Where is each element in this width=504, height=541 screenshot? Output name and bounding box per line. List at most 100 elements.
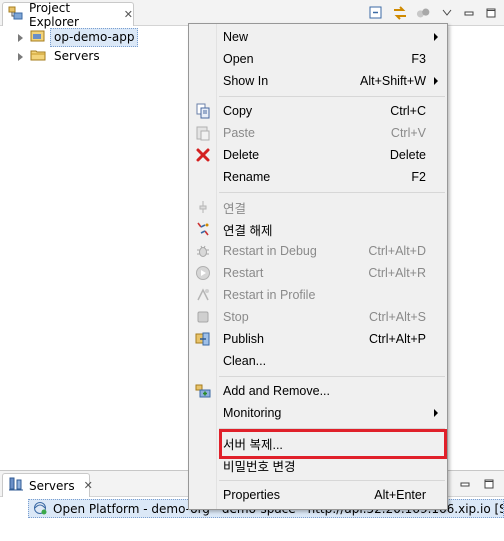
menu-item-shortcut: Ctrl+Alt+R [368,266,426,280]
menu-item-restart-in-debug[interactable]: Restart in Debug Ctrl+Alt+D [189,240,447,262]
menu-item-paste[interactable]: Paste Ctrl+V [189,122,447,144]
debug-icon [195,243,211,259]
expand-arrow-icon[interactable] [18,33,23,42]
copy-icon [195,103,211,119]
menu-item-shortcut: Ctrl+Alt+S [369,310,426,324]
menu-separator [189,372,447,380]
menu-item-shortcut: Ctrl+C [390,104,426,118]
explorer-toolbar [368,4,498,22]
tab-project-explorer-label: Project Explorer [29,0,79,29]
minimize-icon[interactable] [458,477,472,491]
add-remove-icon [195,383,211,399]
menu-separator [189,424,447,432]
menu-item-shortcut: Ctrl+V [390,126,426,140]
disconnect-icon [195,221,211,237]
menu-item-label: 연결 [223,201,247,216]
restart-icon [195,265,211,281]
menu-separator [189,188,447,196]
menu-item-label: Show In [223,74,269,88]
tab-servers[interactable]: Servers ✕ [2,473,93,497]
submenu-arrow-icon [434,77,438,85]
tree-item-label: Servers [54,49,100,63]
minimize-icon[interactable] [462,6,476,20]
menu-item-clean[interactable]: Clean... [189,350,447,372]
menu-item-properties[interactable]: Properties Alt+Enter [189,484,447,506]
menu-item-shortcut: Alt+Shift+W [360,74,426,88]
link-with-editor-icon[interactable] [392,5,408,21]
menu-separator [189,476,447,484]
menu-item-label: 서버 복제... [223,437,283,452]
submenu-arrow-icon [434,33,438,41]
collapse-all-icon[interactable] [368,5,384,21]
tree-item-op-demo-app[interactable]: op-demo-app [0,28,200,47]
menu-item-shortcut: Ctrl+Alt+D [368,244,426,258]
folder-icon [30,47,46,66]
expand-arrow-icon[interactable] [18,52,23,61]
menu-item-label: Open [223,52,254,66]
menu-item-rename[interactable]: Rename F2 [189,166,447,188]
menu-item-label: Restart in Profile [223,288,316,302]
servers-window-buttons [458,477,496,491]
tab-project-explorer[interactable]: Project Explorer ✕ [2,0,134,29]
menu-item-item-9[interactable]: 연결 [189,196,447,218]
menu-item-label: Paste [223,126,255,140]
maximize-icon[interactable] [482,477,496,491]
menu-item-label: Publish [223,332,264,346]
menu-item-restart[interactable]: Restart Ctrl+Alt+R [189,262,447,284]
menu-item-open[interactable]: Open F3 [189,48,447,70]
menu-item-item-10[interactable]: 연결 해제 [189,218,447,240]
menu-item-label: Restart [223,266,264,280]
menu-item-label: 비밀번호 변경 [223,459,296,474]
menu-item-label: Delete [223,148,260,162]
menu-item-copy[interactable]: Copy Ctrl+C [189,100,447,122]
menu-item-show-in[interactable]: Show In Alt+Shift+W [189,70,447,92]
menu-item-monitoring[interactable]: Monitoring [189,402,447,424]
menu-item-restart-in-profile[interactable]: Restart in Profile [189,284,447,306]
submenu-arrow-icon [434,409,438,417]
menu-item-item-21[interactable]: 서버 복제... [189,432,447,454]
stop-icon [195,309,211,325]
menu-item-label: Monitoring [223,406,282,420]
menu-item-label: Clean... [223,354,267,368]
menu-item-new[interactable]: New [189,26,447,48]
view-menu-icon[interactable] [416,5,432,21]
menu-item-label: Restart in Debug [223,244,317,258]
menu-item-label: Copy [223,104,253,118]
delete-icon [195,147,211,163]
server-icon [32,500,48,517]
profile-icon [195,287,211,303]
context-menu: New Open F3 Show In Alt+Shift+W Copy Ctrl+C Pas… [188,23,448,510]
menu-item-shortcut: Delete [389,148,426,162]
close-icon[interactable]: ✕ [84,480,93,491]
chevron-down-icon[interactable] [440,6,454,20]
context-menu-items: New Open F3 Show In Alt+Shift+W Copy Ctrl+C Pas… [189,26,447,506]
tab-servers-label: Servers [29,478,75,493]
project-tree: op-demo-app Servers [0,28,200,66]
menu-item-shortcut: F3 [411,52,426,66]
menu-item-shortcut: Ctrl+Alt+P [369,332,426,346]
tree-item-label: op-demo-app [50,28,139,47]
menu-item-label: Rename [223,170,271,184]
servers-view-icon [8,476,24,495]
menu-item-delete[interactable]: Delete Delete [189,144,447,166]
maximize-icon[interactable] [484,6,498,20]
menu-item-add-and-remove[interactable]: Add and Remove... [189,380,447,402]
project-explorer-icon [8,5,24,24]
menu-item-shortcut: Alt+Enter [374,488,426,502]
close-icon[interactable]: ✕ [124,9,133,20]
menu-item-label: New [223,30,249,44]
menu-item-stop[interactable]: Stop Ctrl+Alt+S [189,306,447,328]
project-icon [30,28,46,47]
menu-item-label: Add and Remove... [223,384,331,398]
menu-item-label: Properties [223,488,280,502]
menu-item-item-22[interactable]: 비밀번호 변경 [189,454,447,476]
paste-icon [195,125,211,141]
menu-item-publish[interactable]: Publish Ctrl+Alt+P [189,328,447,350]
menu-item-label: Stop [223,310,249,324]
publish-icon [195,331,211,347]
menu-separator [189,92,447,100]
tree-item-servers[interactable]: Servers [0,47,200,66]
menu-item-label: 연결 해제 [223,223,273,238]
connect-icon [195,199,211,215]
menu-item-shortcut: F2 [411,170,426,184]
